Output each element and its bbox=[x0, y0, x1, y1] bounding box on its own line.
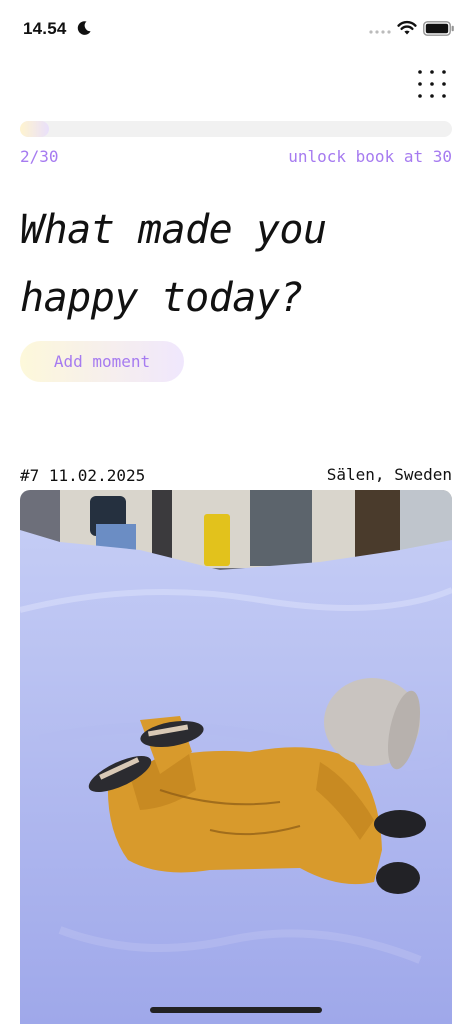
progress-fill bbox=[20, 121, 49, 137]
moment-location: Sälen, Sweden bbox=[326, 465, 452, 484]
home-indicator bbox=[150, 1007, 322, 1013]
grid-dots-icon bbox=[418, 70, 446, 98]
child-in-snow-photo[interactable] bbox=[20, 490, 452, 1024]
progress-hint: unlock book at 30 bbox=[288, 147, 452, 166]
progress-count: 2/30 bbox=[20, 147, 59, 166]
progress-bar bbox=[20, 121, 452, 137]
battery-icon bbox=[423, 21, 454, 36]
moon-icon bbox=[77, 21, 91, 35]
add-moment-button[interactable]: Add moment bbox=[20, 341, 184, 382]
menu-button[interactable] bbox=[414, 66, 450, 102]
prompt-heading: What made you happy today? bbox=[20, 207, 327, 321]
signal-icon bbox=[369, 30, 391, 34]
moment-number-date: #7 11.02.2025 bbox=[20, 466, 146, 485]
status-bar: 14.54 bbox=[0, 0, 472, 56]
wifi-icon bbox=[397, 20, 417, 35]
status-time: 14.54 bbox=[23, 19, 67, 38]
